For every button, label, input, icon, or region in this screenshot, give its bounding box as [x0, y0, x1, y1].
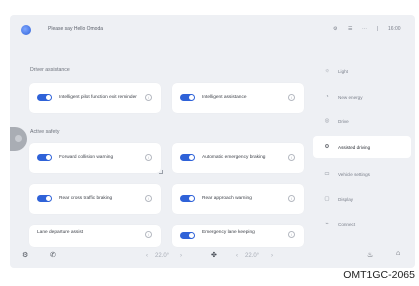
toggle-switch[interactable] — [180, 154, 195, 161]
menu-item-label: Light — [338, 68, 348, 74]
menu-item-connect[interactable]: ⌁ Connect — [313, 216, 411, 232]
setting-label: Forward collision warning — [59, 155, 114, 161]
info-icon[interactable]: i — [145, 154, 152, 161]
info-icon[interactable]: i — [288, 154, 295, 161]
setting-label: Intelligent assistance — [202, 95, 247, 101]
menu-item-label: New energy — [338, 94, 363, 100]
voice-prompt: Please say Hello Omoda — [48, 26, 104, 32]
info-icon[interactable]: i — [145, 94, 152, 101]
status-divider: | — [377, 26, 379, 32]
info-icon[interactable]: i — [288, 94, 295, 101]
setting-label: Rear approach warning — [202, 196, 252, 202]
temp-left-value: 22.0° — [155, 253, 170, 259]
section-title-active-safety: Active safety — [30, 129, 60, 135]
setting-card-rear-approach-warning[interactable]: Rear approach warning i — [172, 184, 304, 214]
toggle-switch[interactable] — [37, 154, 52, 161]
toggle-switch[interactable] — [37, 195, 52, 202]
setting-card-exit-reminder[interactable]: Intelligent pilot function exit reminder… — [29, 83, 161, 113]
setting-card-intelligent-assistance[interactable]: Intelligent assistance i — [172, 83, 304, 113]
temp-right-decrease[interactable]: ‹ — [236, 253, 238, 259]
menu-item-label: Drive — [338, 118, 349, 124]
figure: Please say Hello Omoda ⚙ ☰ ⋯ | 16:00 Dri… — [0, 0, 419, 286]
floating-drag-handle[interactable] — [10, 127, 27, 151]
temp-left-increase[interactable]: › — [180, 253, 182, 259]
setting-card-rear-cross-traffic-braking[interactable]: Rear cross traffic braking i — [29, 184, 161, 214]
menu-item-drive[interactable]: ◎ Drive — [313, 113, 411, 129]
drive-icon: ◎ — [324, 118, 330, 124]
menu-item-display[interactable]: ▢ Display — [313, 191, 411, 207]
setting-label: Emergency lane keeping — [202, 230, 255, 235]
toggle-switch[interactable] — [180, 232, 195, 239]
toggle-switch[interactable] — [37, 94, 52, 101]
temp-right-increase[interactable]: › — [271, 253, 273, 259]
settings-status-icon: ⚙ — [333, 26, 338, 32]
more-status-icon: ⋯ — [362, 26, 367, 32]
energy-icon: ◔ — [325, 94, 329, 100]
section-title-driver-assistance: Driver assistance — [30, 67, 70, 73]
setting-card-automatic-emergency-braking[interactable]: Automatic emergency braking i — [172, 143, 304, 173]
menu-item-new-energy[interactable]: ◔ New energy — [313, 89, 411, 105]
steering-wheel-icon: ⚙ — [324, 144, 330, 150]
top-bar: Please say Hello Omoda ⚙ ☰ ⋯ | 16:00 — [10, 15, 415, 43]
info-icon[interactable]: i — [288, 231, 295, 238]
home-icon[interactable]: ⌂ — [396, 250, 400, 257]
infotainment-screen: Please say Hello Omoda ⚙ ☰ ⋯ | 16:00 Dri… — [10, 15, 415, 268]
setting-card-emergency-lane-keeping[interactable]: Emergency lane keeping i — [172, 225, 304, 247]
info-icon[interactable]: i — [145, 231, 152, 238]
setting-label: Intelligent pilot function exit reminder — [59, 95, 137, 101]
display-icon: ▢ — [324, 196, 330, 202]
temp-left-decrease[interactable]: ‹ — [146, 253, 148, 259]
info-icon[interactable]: i — [288, 195, 295, 202]
menu-item-label: Assisted driving — [338, 144, 371, 150]
menu-item-vehicle-settings[interactable]: ▭ Vehicle settings — [313, 166, 411, 182]
menu-item-label: Vehicle settings — [338, 171, 370, 177]
vehicle-icon: ▭ — [324, 171, 330, 177]
menu-item-label: Display — [338, 196, 354, 202]
setting-card-forward-collision-warning[interactable]: Forward collision warning i — [29, 143, 161, 173]
resize-corner-icon — [159, 170, 163, 174]
phone-icon[interactable]: ✆ — [50, 251, 56, 259]
temp-right-value: 22.0° — [245, 253, 260, 259]
toggle-switch[interactable] — [180, 195, 195, 202]
voice-assistant-icon[interactable] — [21, 25, 31, 35]
light-icon: ☼ — [324, 68, 330, 74]
settings-gear-icon[interactable]: ⚙ — [22, 251, 28, 259]
setting-label: Automatic emergency braking — [202, 155, 266, 161]
seat-heating-icon[interactable]: ♨ — [367, 251, 373, 259]
setting-label: Lane departure assist — [37, 230, 84, 235]
fan-icon[interactable]: ✤ — [211, 251, 217, 259]
menu-item-assisted-driving[interactable]: ⚙ Assisted driving — [313, 136, 411, 158]
toggle-switch[interactable] — [180, 94, 195, 101]
menu-item-label: Connect — [338, 221, 356, 227]
setting-card-lane-departure-assist[interactable]: Lane departure assist i — [29, 225, 161, 247]
menu-status-icon: ☰ — [348, 26, 353, 32]
connect-icon: ⌁ — [325, 221, 329, 227]
setting-label: Rear cross traffic braking — [59, 196, 113, 202]
info-icon[interactable]: i — [145, 195, 152, 202]
figure-code: OMT1GC-2065 — [343, 269, 415, 281]
menu-item-light[interactable]: ☼ Light — [313, 63, 411, 79]
clock: 16:00 — [388, 26, 401, 32]
